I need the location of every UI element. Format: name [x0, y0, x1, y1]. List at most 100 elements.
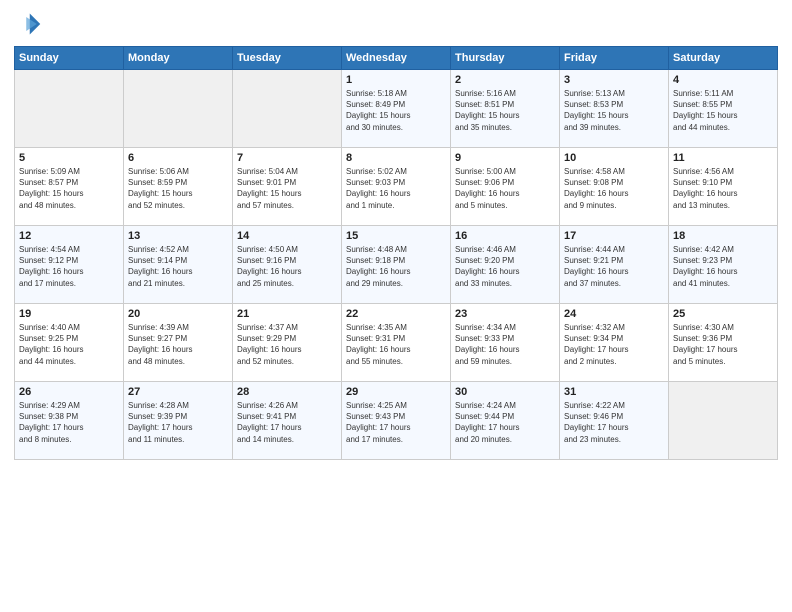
day-number: 22	[346, 308, 446, 320]
day-number: 26	[19, 386, 119, 398]
cell-content: Sunrise: 4:28 AM Sunset: 9:39 PM Dayligh…	[128, 400, 228, 445]
cell-content: Sunrise: 5:04 AM Sunset: 9:01 PM Dayligh…	[237, 166, 337, 211]
calendar-cell: 24Sunrise: 4:32 AM Sunset: 9:34 PM Dayli…	[560, 304, 669, 382]
cell-content: Sunrise: 4:35 AM Sunset: 9:31 PM Dayligh…	[346, 322, 446, 367]
logo	[14, 10, 46, 38]
day-number: 31	[564, 386, 664, 398]
cell-content: Sunrise: 4:25 AM Sunset: 9:43 PM Dayligh…	[346, 400, 446, 445]
calendar-cell: 20 Sunrise: 4:39 AM Sunset: 9:27 PM Dayli…	[124, 304, 233, 382]
cell-content: Sunrise: 5:09 AM Sunset: 8:57 PM Dayligh…	[19, 166, 119, 211]
calendar-week: 12Sunrise: 4:54 AM Sunset: 9:12 PM Dayli…	[15, 226, 778, 304]
cell-content: Sunrise: 5:00 AM Sunset: 9:06 PM Dayligh…	[455, 166, 555, 211]
day-number: 18	[673, 230, 773, 242]
cell-content: Sunrise: 4:24 AM Sunset: 9:44 PM Dayligh…	[455, 400, 555, 445]
cell-content: Sunrise: 4:22 AM Sunset: 9:46 PM Dayligh…	[564, 400, 664, 445]
day-number: 4	[673, 74, 773, 86]
calendar-cell: 9 Sunrise: 5:00 AM Sunset: 9:06 PM Daylig…	[451, 148, 560, 226]
day-header: Saturday	[669, 47, 778, 70]
page-header	[14, 10, 778, 38]
header-row: SundayMondayTuesdayWednesdayThursdayFrid…	[15, 47, 778, 70]
calendar-cell: 14 Sunrise: 4:50 AM Sunset: 9:16 PM Dayli…	[233, 226, 342, 304]
calendar-cell: 3 Sunrise: 5:13 AM Sunset: 8:53 PM Daylig…	[560, 70, 669, 148]
cell-content: Sunrise: 4:30 AM Sunset: 9:36 PM Dayligh…	[673, 322, 773, 367]
calendar-cell: 13Sunrise: 4:52 AM Sunset: 9:14 PM Dayli…	[124, 226, 233, 304]
cell-content: Sunrise: 5:18 AM Sunset: 8:49 PM Dayligh…	[346, 88, 446, 133]
calendar-week: 26 Sunrise: 4:29 AM Sunset: 9:38 PM Dayli…	[15, 382, 778, 460]
day-number: 5	[19, 152, 119, 164]
calendar-cell: 1 Sunrise: 5:18 AM Sunset: 8:49 PM Daylig…	[342, 70, 451, 148]
calendar-cell: 15Sunrise: 4:48 AM Sunset: 9:18 PM Dayli…	[342, 226, 451, 304]
day-header: Thursday	[451, 47, 560, 70]
cell-content: Sunrise: 4:26 AM Sunset: 9:41 PM Dayligh…	[237, 400, 337, 445]
calendar-table: SundayMondayTuesdayWednesdayThursdayFrid…	[14, 46, 778, 460]
day-number: 6	[128, 152, 228, 164]
cell-content: Sunrise: 4:39 AM Sunset: 9:27 PM Dayligh…	[128, 322, 228, 367]
day-header: Wednesday	[342, 47, 451, 70]
cell-content: Sunrise: 4:40 AM Sunset: 9:25 PM Dayligh…	[19, 322, 119, 367]
cell-content: Sunrise: 5:13 AM Sunset: 8:53 PM Dayligh…	[564, 88, 664, 133]
calendar-cell	[233, 70, 342, 148]
calendar-cell: 28 Sunrise: 4:26 AM Sunset: 9:41 PM Dayli…	[233, 382, 342, 460]
cell-content: Sunrise: 4:46 AM Sunset: 9:20 PM Dayligh…	[455, 244, 555, 289]
calendar-week: 19 Sunrise: 4:40 AM Sunset: 9:25 PM Dayli…	[15, 304, 778, 382]
day-number: 28	[237, 386, 337, 398]
cell-content: Sunrise: 4:34 AM Sunset: 9:33 PM Dayligh…	[455, 322, 555, 367]
day-number: 2	[455, 74, 555, 86]
calendar-cell: 29 Sunrise: 4:25 AM Sunset: 9:43 PM Dayli…	[342, 382, 451, 460]
day-number: 15	[346, 230, 446, 242]
day-number: 17	[564, 230, 664, 242]
cell-content: Sunrise: 4:44 AM Sunset: 9:21 PM Dayligh…	[564, 244, 664, 289]
calendar-cell: 23 Sunrise: 4:34 AM Sunset: 9:33 PM Dayli…	[451, 304, 560, 382]
cell-content: Sunrise: 4:54 AM Sunset: 9:12 PM Dayligh…	[19, 244, 119, 289]
calendar-cell: 30Sunrise: 4:24 AM Sunset: 9:44 PM Dayli…	[451, 382, 560, 460]
day-number: 3	[564, 74, 664, 86]
day-number: 21	[237, 308, 337, 320]
cell-content: Sunrise: 4:29 AM Sunset: 9:38 PM Dayligh…	[19, 400, 119, 445]
calendar-week: 1 Sunrise: 5:18 AM Sunset: 8:49 PM Daylig…	[15, 70, 778, 148]
logo-icon	[14, 10, 42, 38]
day-number: 1	[346, 74, 446, 86]
calendar-cell: 8 Sunrise: 5:02 AM Sunset: 9:03 PM Daylig…	[342, 148, 451, 226]
cell-content: Sunrise: 5:06 AM Sunset: 8:59 PM Dayligh…	[128, 166, 228, 211]
calendar-cell: 25 Sunrise: 4:30 AM Sunset: 9:36 PM Dayli…	[669, 304, 778, 382]
day-number: 13	[128, 230, 228, 242]
cell-content: Sunrise: 5:02 AM Sunset: 9:03 PM Dayligh…	[346, 166, 446, 211]
calendar-cell: 7Sunrise: 5:04 AM Sunset: 9:01 PM Daylig…	[233, 148, 342, 226]
cell-content: Sunrise: 5:11 AM Sunset: 8:55 PM Dayligh…	[673, 88, 773, 133]
cell-content: Sunrise: 4:50 AM Sunset: 9:16 PM Dayligh…	[237, 244, 337, 289]
day-number: 27	[128, 386, 228, 398]
calendar-cell: 19 Sunrise: 4:40 AM Sunset: 9:25 PM Dayli…	[15, 304, 124, 382]
day-number: 9	[455, 152, 555, 164]
day-number: 11	[673, 152, 773, 164]
calendar-cell: 22 Sunrise: 4:35 AM Sunset: 9:31 PM Dayli…	[342, 304, 451, 382]
calendar-cell: 12Sunrise: 4:54 AM Sunset: 9:12 PM Dayli…	[15, 226, 124, 304]
calendar-cell: 5 Sunrise: 5:09 AM Sunset: 8:57 PM Daylig…	[15, 148, 124, 226]
day-number: 10	[564, 152, 664, 164]
calendar-cell: 21Sunrise: 4:37 AM Sunset: 9:29 PM Dayli…	[233, 304, 342, 382]
cell-content: Sunrise: 4:56 AM Sunset: 9:10 PM Dayligh…	[673, 166, 773, 211]
calendar-cell: 31 Sunrise: 4:22 AM Sunset: 9:46 PM Dayli…	[560, 382, 669, 460]
calendar-cell: 10 Sunrise: 4:58 AM Sunset: 9:08 PM Dayli…	[560, 148, 669, 226]
day-number: 20	[128, 308, 228, 320]
calendar-week: 5 Sunrise: 5:09 AM Sunset: 8:57 PM Daylig…	[15, 148, 778, 226]
day-number: 23	[455, 308, 555, 320]
day-number: 8	[346, 152, 446, 164]
calendar-cell	[15, 70, 124, 148]
calendar-cell: 16Sunrise: 4:46 AM Sunset: 9:20 PM Dayli…	[451, 226, 560, 304]
day-number: 19	[19, 308, 119, 320]
calendar-cell: 18 Sunrise: 4:42 AM Sunset: 9:23 PM Dayli…	[669, 226, 778, 304]
cell-content: Sunrise: 4:32 AM Sunset: 9:34 PM Dayligh…	[564, 322, 664, 367]
calendar-cell: 17 Sunrise: 4:44 AM Sunset: 9:21 PM Dayli…	[560, 226, 669, 304]
calendar-cell: 2 Sunrise: 5:16 AM Sunset: 8:51 PM Daylig…	[451, 70, 560, 148]
day-number: 29	[346, 386, 446, 398]
cell-content: Sunrise: 4:58 AM Sunset: 9:08 PM Dayligh…	[564, 166, 664, 211]
day-number: 14	[237, 230, 337, 242]
day-header: Tuesday	[233, 47, 342, 70]
day-header: Sunday	[15, 47, 124, 70]
calendar-cell: 11 Sunrise: 4:56 AM Sunset: 9:10 PM Dayli…	[669, 148, 778, 226]
cell-content: Sunrise: 4:42 AM Sunset: 9:23 PM Dayligh…	[673, 244, 773, 289]
calendar-cell	[669, 382, 778, 460]
day-header: Monday	[124, 47, 233, 70]
cell-content: Sunrise: 5:16 AM Sunset: 8:51 PM Dayligh…	[455, 88, 555, 133]
day-number: 25	[673, 308, 773, 320]
